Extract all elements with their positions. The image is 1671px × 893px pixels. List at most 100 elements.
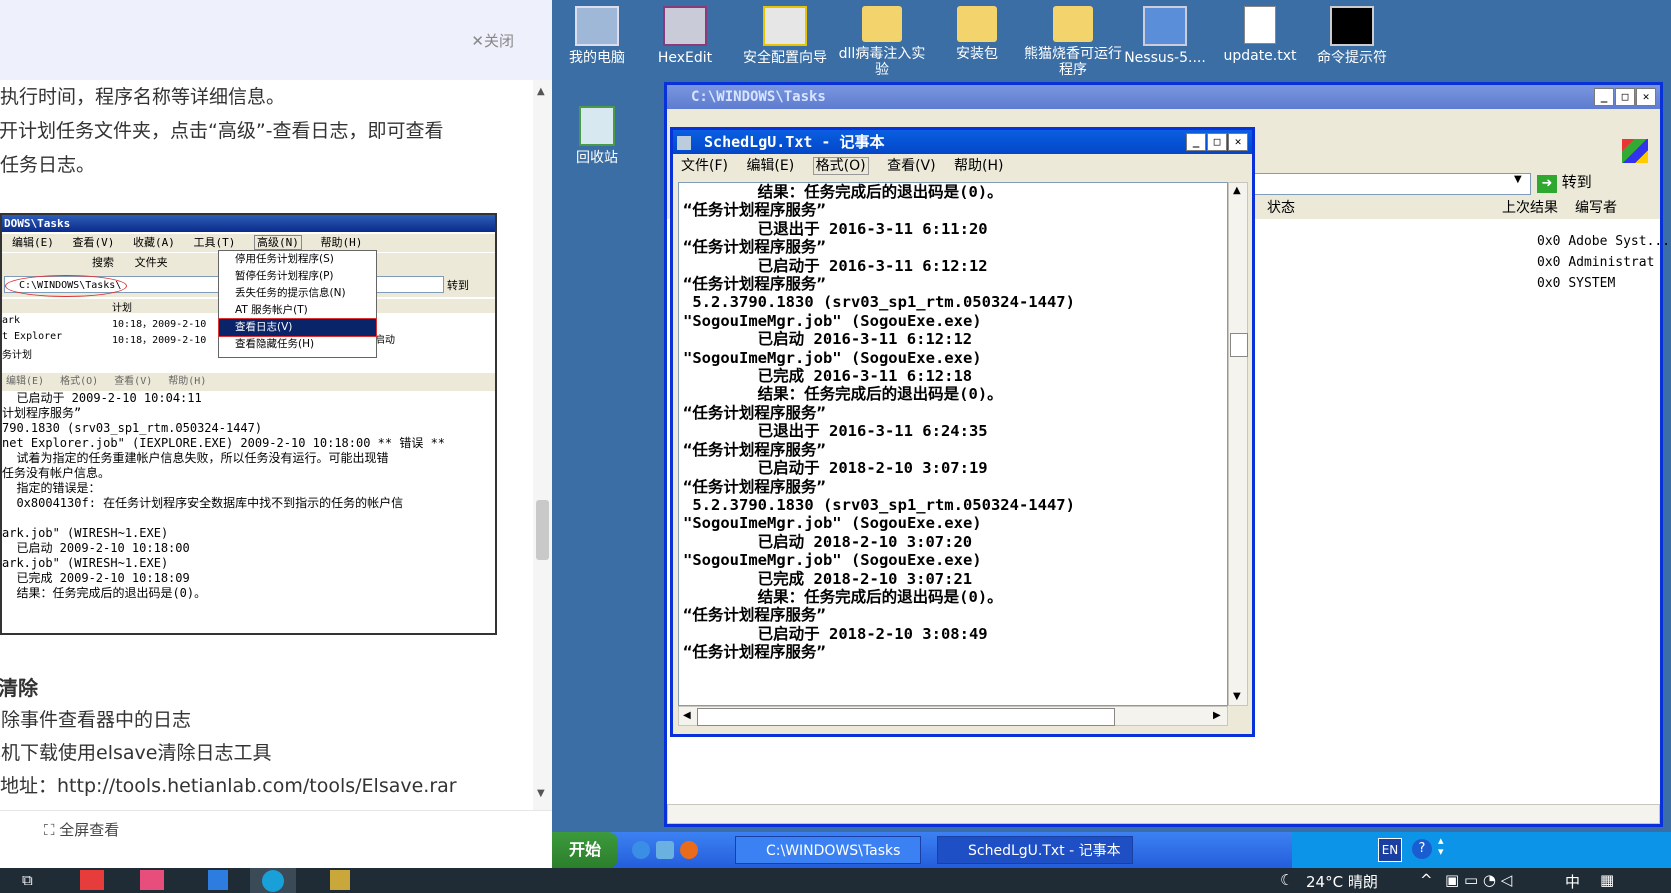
firefox-icon[interactable]: [680, 841, 698, 859]
embedded-search-label: 搜索: [92, 256, 114, 269]
ime-indicator[interactable]: 中: [1565, 871, 1580, 892]
embedded-np-menu-item: 格式(O): [60, 376, 99, 387]
panel-footer: ⛶ 全屏查看: [0, 810, 552, 851]
notepad-line: "SogouImeMgr.job" (SogouExe.exe): [683, 311, 982, 330]
embedded-menu-item: 高级(N): [254, 235, 302, 250]
desktop-icon-dll-folder[interactable]: dll病毒注入实验: [837, 6, 927, 78]
scroll-left-icon[interactable]: ◀: [683, 710, 691, 721]
host-taskbar: ⧉ ☾ 24°C 晴朗 ^ ▣ ▭ ◔ ◁ 中 ▦: [0, 868, 1671, 893]
close-button[interactable]: ✕: [1228, 133, 1248, 151]
desktop-icon-hexedit[interactable]: HexEdit: [640, 6, 730, 66]
desktop-icon-install-folder[interactable]: 安装包: [932, 6, 1022, 62]
ie-icon[interactable]: [632, 841, 650, 859]
column-author[interactable]: 编写者: [1575, 197, 1617, 219]
maximize-button[interactable]: □: [1207, 133, 1227, 151]
go-arrow-icon: ➜: [1537, 175, 1557, 193]
notepad-window: SchedLgU.Txt - 记事本 _ □ ✕ 文件(F) 编辑(E) 格式(…: [670, 127, 1255, 737]
scroll-up-icon[interactable]: ▲: [537, 86, 545, 97]
desktop-icon-label: Nessus-5....: [1124, 50, 1206, 66]
menu-format[interactable]: 格式(O): [812, 157, 869, 175]
active-app-highlight[interactable]: [250, 868, 296, 893]
explorer-title: C:\WINDOWS\Tasks: [691, 89, 826, 105]
installer-icon: [1143, 6, 1187, 46]
maximize-button[interactable]: □: [1615, 88, 1635, 106]
menu-file[interactable]: 文件(F): [681, 158, 728, 174]
notepad-vscrollbar[interactable]: ▲ ▼: [1228, 182, 1248, 706]
table-row[interactable]: 0x0 Adobe Syst...: [1537, 231, 1670, 252]
system-tray: [1292, 832, 1671, 868]
scroll-up-icon[interactable]: ▲: [1233, 185, 1241, 196]
go-label: 转到: [1561, 173, 1592, 191]
scrollbar-thumb[interactable]: [1230, 333, 1248, 357]
column-last-result[interactable]: 上次结果: [1502, 197, 1558, 219]
taskbar-button-explorer[interactable]: C:\WINDOWS\Tasks: [735, 836, 921, 864]
app-icon[interactable]: [208, 870, 228, 890]
task-view-icon[interactable]: ⧉: [22, 871, 33, 889]
start-button[interactable]: 开始: [552, 832, 618, 868]
desktop-icon-recycle-bin[interactable]: 回收站: [552, 106, 642, 166]
go-button[interactable]: ➜ 转到: [1537, 171, 1592, 193]
notepad-line: “任务计划程序服务”: [683, 643, 826, 662]
notepad-line: 5.2.3790.1830 (srv03_sp1_rtm.050324-1447…: [683, 293, 1075, 312]
xp-taskbar: 开始 C:\WINDOWS\Tasks SchedLgU.Txt - 记事本 E…: [552, 832, 1671, 868]
section-line: 下载地址：http://tools.hetianlab.com/tools/El…: [0, 775, 457, 797]
desktop-icon-my-computer[interactable]: 我的电脑: [552, 6, 642, 66]
article-paragraph: 计划任务日志。: [0, 154, 96, 176]
help-icon[interactable]: ?: [1412, 839, 1432, 859]
scroll-down-icon[interactable]: ▼: [1233, 691, 1241, 702]
table-row[interactable]: 0x0 Administrat: [1537, 252, 1670, 273]
row-result: 0x0: [1537, 276, 1561, 291]
hexedit-icon: [663, 6, 707, 46]
weather-text[interactable]: 24°C 晴朗: [1306, 871, 1378, 892]
taskbar-button-notepad[interactable]: SchedLgU.Txt - 记事本: [937, 836, 1133, 864]
explorer-hscrollbar[interactable]: [667, 804, 1660, 824]
menu-view[interactable]: 查看(V): [887, 158, 936, 174]
scroll-down-icon[interactable]: ▼: [537, 788, 545, 799]
fullscreen-icon: ⛶: [44, 821, 60, 839]
scrollbar-thumb[interactable]: [697, 708, 1115, 726]
panel-header: ✕关闭: [0, 0, 552, 80]
show-desktop-icon[interactable]: [656, 841, 674, 859]
desktop-icon-label: HexEdit: [657, 50, 713, 66]
language-indicator[interactable]: EN: [1378, 838, 1402, 862]
desktop-icon-security-wizard[interactable]: 安全配置向导: [735, 6, 835, 66]
embedded-dropdown-item: AT 服务帐户(T): [235, 304, 308, 316]
scrollbar-thumb[interactable]: [536, 500, 549, 560]
table-row[interactable]: 0x0 SYSTEM: [1537, 273, 1670, 294]
taskbar-button-label: C:\WINDOWS\Tasks: [766, 843, 901, 859]
desktop-icon-update-txt[interactable]: update.txt: [1215, 6, 1305, 64]
panel-scrollbar[interactable]: ▲ ▼: [533, 80, 552, 810]
ime-mode-icon[interactable]: ▦: [1600, 871, 1614, 889]
app-icon[interactable]: [330, 870, 350, 890]
desktop-icon-nessus[interactable]: Nessus-5....: [1120, 6, 1210, 66]
column-status[interactable]: 状态: [1267, 197, 1295, 219]
desktop-icon-cmd[interactable]: 命令提示符: [1307, 6, 1397, 66]
address-dropdown-icon[interactable]: ▼: [1514, 174, 1522, 185]
tray-chevron-icon[interactable]: ^: [1420, 871, 1433, 889]
tray-icons: ▣ ▭ ◔ ◁: [1445, 871, 1513, 889]
address-field[interactable]: [1227, 173, 1531, 195]
notepad-line: “任务计划程序服务”: [683, 238, 826, 257]
desktop-icon-panda-folder[interactable]: 熊猫烧香可运行程序: [1018, 6, 1128, 78]
notepad-line: 结果：任务完成后的退出码是(0)。: [683, 385, 1003, 404]
minimize-button[interactable]: _: [1186, 133, 1206, 151]
menu-help[interactable]: 帮助(H): [954, 158, 1003, 174]
notepad-text-area[interactable]: 结果：任务完成后的退出码是(0)。 “任务计划程序服务” 已退出于 2016-3-…: [678, 182, 1228, 706]
notepad-line: “任务计划程序服务”: [683, 606, 826, 625]
fullscreen-button[interactable]: ⛶ 全屏查看: [44, 819, 119, 840]
article-paragraph: 执行时间，程序名称等详细信息。: [0, 86, 286, 108]
menu-edit[interactable]: 编辑(E): [746, 158, 794, 174]
app-icon[interactable]: [140, 870, 164, 890]
scroll-right-icon[interactable]: ▶: [1213, 710, 1221, 721]
tray-options-icon[interactable]: ▴ ▾: [1438, 835, 1444, 857]
minimize-button[interactable]: _: [1594, 88, 1614, 106]
fullscreen-label: 全屏查看: [59, 821, 120, 839]
notepad-hscrollbar[interactable]: ◀ ▶: [678, 706, 1228, 726]
close-button[interactable]: ✕关闭: [471, 30, 514, 51]
close-button[interactable]: ✕: [1636, 88, 1656, 106]
store-icon[interactable]: [80, 870, 104, 890]
embedded-np-menu-item: 帮助(H): [168, 376, 207, 387]
folder-icon: [862, 6, 902, 42]
notepad-line: 已完成 2016-3-11 6:12:18: [683, 367, 973, 386]
recycle-bin-icon: [579, 106, 615, 146]
